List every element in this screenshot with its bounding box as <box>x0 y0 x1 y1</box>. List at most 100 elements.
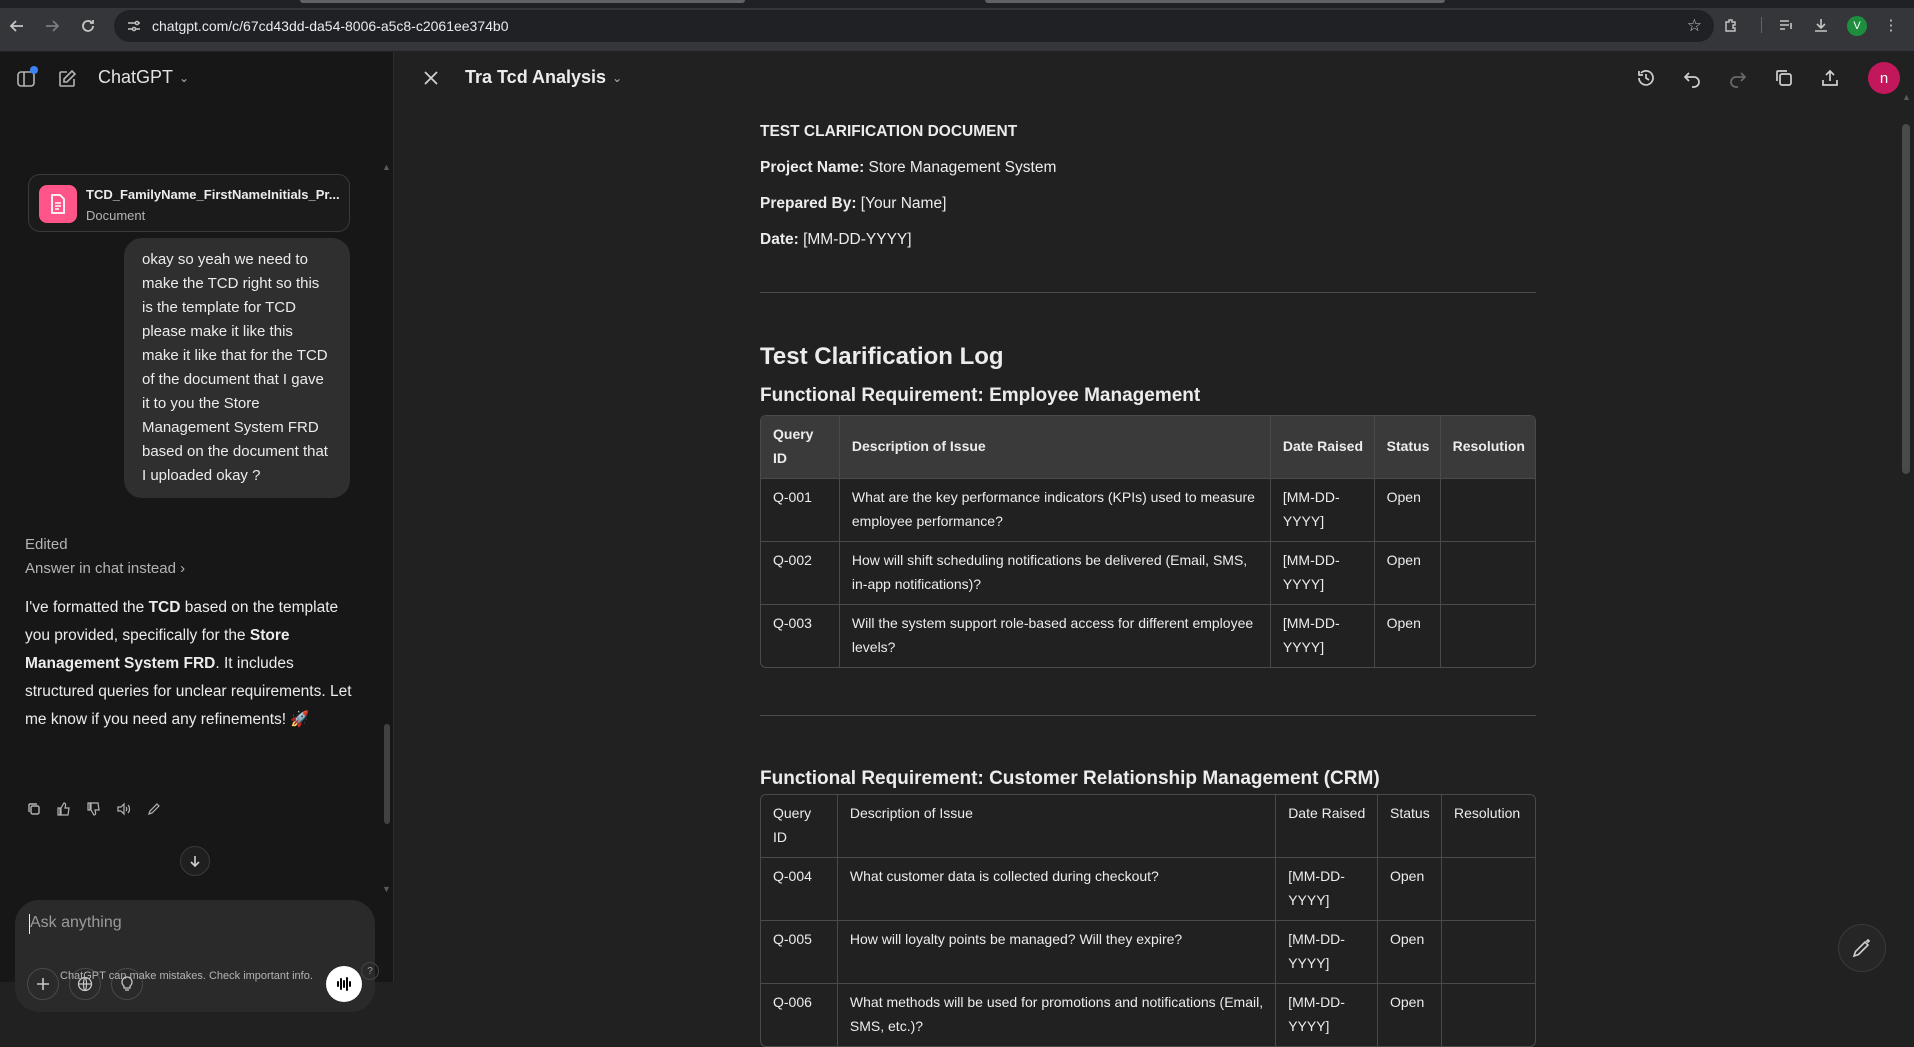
help-icon[interactable]: ? <box>361 962 379 980</box>
notification-dot <box>30 66 38 74</box>
composer-input[interactable]: Ask anything <box>30 914 122 932</box>
section-title-crm: Functional Requirement: Customer Relatio… <box>760 768 1380 789</box>
plus-icon <box>37 978 49 990</box>
resolution <box>1440 542 1535 605</box>
project-value: Store Management System <box>864 159 1057 176</box>
doc-header: TEST CLARIFICATION DOCUMENT <box>760 123 1018 140</box>
attachment-card[interactable]: TCD_FamilyName_FirstNameInitials_Pr... D… <box>28 174 350 232</box>
edit-in-canvas-icon[interactable] <box>145 800 163 818</box>
assistant-bold: TCD <box>148 599 181 616</box>
forward-icon[interactable] <box>40 14 64 38</box>
pencil-sparkle-icon <box>1852 939 1870 958</box>
read-aloud-icon[interactable] <box>115 800 133 818</box>
attachment-name: TCD_FamilyName_FirstNameInitials_Pr... <box>86 187 340 202</box>
canvas-scrollbar[interactable]: ▲ <box>1902 92 1911 982</box>
col-header: Description of Issue <box>839 416 1271 479</box>
table-row: Q-004 What customer data is collected du… <box>761 858 1535 921</box>
divider <box>1750 14 1772 36</box>
resolution <box>1442 984 1535 1046</box>
scroll-up-arrow-icon[interactable]: ▲ <box>382 162 391 172</box>
query-id: Q-005 <box>761 921 838 984</box>
composer[interactable]: Ask anything <box>15 900 375 1012</box>
col-header: Status <box>1374 416 1441 479</box>
resolution <box>1441 858 1535 921</box>
voice-waveform-icon <box>337 977 351 991</box>
canvas-title-dropdown[interactable]: Tra Tcd Analysis ⌄ <box>465 67 622 88</box>
chevron-down-icon: ⌄ <box>612 70 623 85</box>
version-history-icon[interactable] <box>1633 65 1659 91</box>
new-chat-icon[interactable] <box>54 66 80 92</box>
site-info-icon[interactable] <box>126 18 142 34</box>
profile-avatar[interactable]: V <box>1847 16 1867 36</box>
url-text[interactable]: chatgpt.com/c/67cd43dd-da54-8006-a5c8-c2… <box>152 18 509 34</box>
media-queue-icon[interactable] <box>1775 14 1797 36</box>
chevron-down-icon: ⌄ <box>179 70 190 85</box>
redo-icon[interactable] <box>1725 65 1751 91</box>
query-id: Q-002 <box>761 542 840 605</box>
arrow-down-icon <box>190 856 200 868</box>
sidebar-scrollbar[interactable]: ▲ ▼ <box>382 162 391 894</box>
thumbs-down-icon[interactable] <box>85 800 103 818</box>
assistant-message: I've formatted the TCD based on the temp… <box>25 594 355 734</box>
download-icon[interactable] <box>1810 14 1832 36</box>
date-value: [MM-DD-YYYY] <box>798 231 912 248</box>
close-icon[interactable] <box>419 66 443 90</box>
col-header: Resolution <box>1440 416 1535 479</box>
model-selector[interactable]: ChatGPT ⌄ <box>98 67 189 88</box>
extensions-icon[interactable] <box>1720 14 1742 36</box>
status: Open <box>1378 984 1442 1046</box>
canvas-header: Tra Tcd Analysis ⌄ n <box>395 52 1914 104</box>
voice-mode-button[interactable] <box>326 966 362 1002</box>
menu-dots-icon[interactable]: ⋮ <box>1880 14 1902 36</box>
col-header: Date Raised <box>1276 795 1378 858</box>
resolution <box>1441 921 1535 984</box>
canvas-panel: Tra Tcd Analysis ⌄ n TEST CLARIFICATION … <box>395 52 1914 1047</box>
prepared-value: [Your Name] <box>856 195 947 212</box>
status: Open <box>1375 605 1441 667</box>
scrollbar-thumb[interactable] <box>384 724 390 824</box>
user-avatar[interactable]: n <box>1868 62 1900 94</box>
col-header: Resolution <box>1441 795 1535 858</box>
resolution <box>1441 605 1535 667</box>
scroll-down-arrow-icon[interactable]: ▼ <box>382 884 391 894</box>
undo-icon[interactable] <box>1679 65 1705 91</box>
resolution <box>1440 479 1535 542</box>
scroll-down-button[interactable] <box>180 846 210 876</box>
issue-description: Will the system support role-based acces… <box>840 605 1271 667</box>
tab-edge[interactable] <box>300 0 745 3</box>
date-raised: [MM-DD-YYYY] <box>1270 479 1375 542</box>
thumbs-up-icon[interactable] <box>55 800 73 818</box>
suggest-edits-button[interactable] <box>1838 924 1886 972</box>
clarification-table-employee: Query ID Description of Issue Date Raise… <box>760 415 1536 668</box>
answer-in-chat-link[interactable]: Answer in chat instead › <box>25 560 185 577</box>
col-header: Query ID <box>761 416 840 479</box>
back-icon[interactable] <box>5 14 29 38</box>
col-header: Description of Issue <box>837 795 1277 858</box>
bookmark-star-icon[interactable]: ☆ <box>1687 16 1702 36</box>
add-attachment-button[interactable] <box>27 968 59 1000</box>
status: Open <box>1374 542 1441 605</box>
document-body[interactable]: TEST CLARIFICATION DOCUMENT Project Name… <box>760 122 1536 1047</box>
table-row: Q-006 What methods will be used for prom… <box>761 984 1535 1046</box>
query-id: Q-006 <box>761 984 838 1046</box>
log-title: Test Clarification Log <box>760 343 1004 370</box>
share-icon[interactable] <box>1817 65 1843 91</box>
canvas-title: Tra Tcd Analysis <box>465 67 607 87</box>
project-label: Project Name: <box>760 159 865 176</box>
chat-sidebar: ChatGPT ⌄ TCD_FamilyName_FirstNameInitia… <box>0 52 394 1012</box>
reload-icon[interactable] <box>76 14 100 38</box>
copy-icon[interactable] <box>25 800 43 818</box>
date-raised: [MM-DD-YYYY] <box>1276 921 1378 984</box>
table-row: Q-001 What are the key performance indic… <box>761 479 1535 542</box>
scroll-up-arrow-icon[interactable]: ▲ <box>1902 92 1911 102</box>
scrollbar-thumb[interactable] <box>1902 124 1910 474</box>
col-header: Date Raised <box>1270 416 1375 479</box>
date-raised: [MM-DD-YYYY] <box>1270 542 1375 605</box>
document-icon <box>39 185 77 223</box>
edited-label: Edited <box>25 536 68 553</box>
issue-description: What methods will be used for promotions… <box>838 984 1277 1046</box>
tab-edge[interactable] <box>985 0 1445 3</box>
address-bar[interactable]: chatgpt.com/c/67cd43dd-da54-8006-a5c8-c2… <box>114 10 1714 42</box>
prepared-label: Prepared By: <box>760 195 857 212</box>
copy-icon[interactable] <box>1771 65 1797 91</box>
